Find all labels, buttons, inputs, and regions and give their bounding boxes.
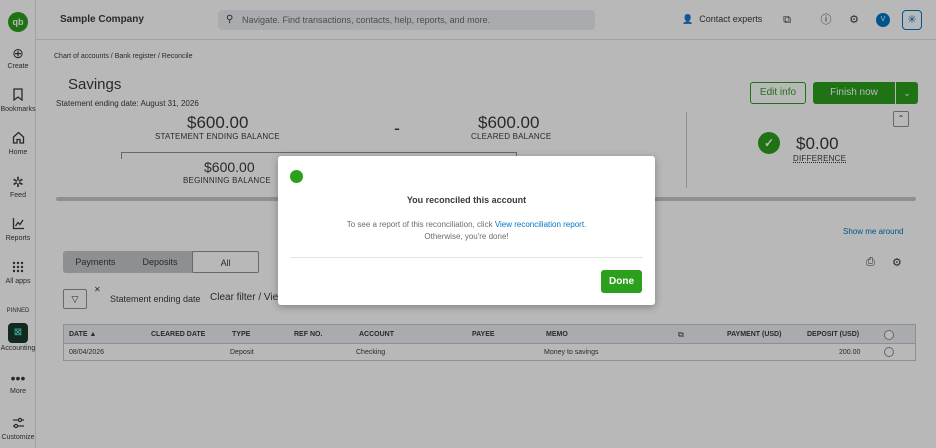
dialog-message-2: Otherwise, you're done! — [424, 232, 509, 241]
dialog-message-prefix: To see a report of this reconciliation, … — [346, 220, 495, 229]
dialog-title: You reconciled this account — [406, 195, 527, 205]
done-button[interactable]: Done — [601, 270, 642, 293]
dialog-divider — [290, 257, 643, 258]
success-dot-icon — [290, 170, 303, 183]
view-report-link[interactable]: View reconciliation report. — [495, 220, 586, 229]
reconciled-dialog: You reconciled this account To see a rep… — [278, 156, 655, 305]
app-root: qb ⊕ Create Bookmarks Home ✲ Feed Report… — [0, 0, 936, 448]
dialog-message: To see a report of this reconciliation, … — [278, 220, 655, 229]
